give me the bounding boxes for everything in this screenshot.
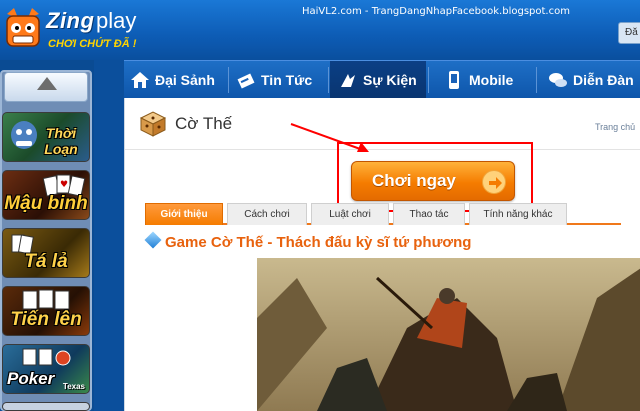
diamond-icon	[144, 231, 162, 249]
nav-item-tin-tuc[interactable]: Tin Tức	[236, 61, 326, 99]
nav-divider	[328, 67, 329, 93]
game-tile-poker[interactable]: Poker Texas	[2, 344, 90, 394]
nav-divider	[536, 67, 537, 93]
game-label: Tiến lên	[10, 309, 82, 330]
game-tile-tien-len[interactable]: Tiến lên	[2, 286, 90, 336]
nav-divider	[428, 67, 429, 93]
nav-label: Mobile	[469, 72, 514, 88]
breadcrumb[interactable]: Trang chủ	[595, 122, 635, 132]
game-tile-ta-la[interactable]: Tá lả	[2, 228, 90, 278]
logo-tagline: CHƠI CHỨT ĐÃ !	[48, 38, 137, 50]
game-heading: Game Cờ Thế - Thách đấu kỳ sĩ tứ phương	[144, 231, 472, 251]
site-header: Zing play CHƠI CHỨT ĐÃ ! HaiVL2.com - Tr…	[0, 0, 640, 60]
game-label: Tá lả	[24, 251, 68, 272]
tab-cach-choi[interactable]: Cách chơi	[227, 203, 307, 225]
game-tile-mau-binh[interactable]: ♥ Mậu binh	[2, 170, 90, 220]
game-tile-thoi-loan[interactable]: Thời Loạn	[2, 112, 90, 162]
game-label: Thời Loạn	[44, 125, 78, 157]
news-icon	[237, 73, 255, 89]
nav-divider	[228, 67, 229, 93]
event-icon	[341, 74, 355, 87]
home-icon	[131, 72, 149, 88]
game-sublabel: Texas	[62, 382, 85, 391]
scroll-up-button[interactable]	[4, 72, 88, 102]
tab-luat-choi[interactable]: Luật chơi	[311, 203, 389, 225]
logo-suffix[interactable]: play	[96, 8, 136, 34]
play-now-button[interactable]: Chơi ngay	[351, 161, 515, 201]
zing-fox-logo-icon[interactable]	[4, 6, 42, 50]
tab-thao-tac[interactable]: Thao tác	[393, 203, 465, 225]
game-sidebar: Thời Loạn ♥ Mậu binh Tá lả Tiến lên Poke…	[0, 60, 94, 411]
dice-icon	[139, 111, 167, 137]
nav-label: Đại Sảnh	[155, 72, 215, 88]
tab-gioi-thieu[interactable]: Giới thiệu	[145, 203, 223, 225]
tien-len-game-icon	[22, 289, 70, 310]
game-label: Mậu binh	[4, 193, 88, 214]
nav-item-dai-sanh[interactable]: Đại Sảnh	[130, 61, 228, 99]
content-panel: Cờ Thế Trang chủ Chơi ngay Giới thiệu Cá…	[124, 98, 640, 411]
game-tile-more[interactable]	[2, 402, 90, 411]
play-now-label: Chơi ngay	[372, 171, 456, 190]
arrow-right-icon	[482, 170, 506, 194]
forum-icon	[549, 73, 567, 87]
nav-label: Tin Tức	[261, 72, 313, 88]
nav-item-dien-dan[interactable]: Diễn Đàn	[548, 61, 640, 99]
logo-brand[interactable]: Zing	[46, 8, 94, 34]
nav-item-su-kien[interactable]: Sự Kiện	[330, 61, 426, 99]
svg-text:♥: ♥	[60, 180, 68, 190]
nav-label: Diễn Đàn	[573, 72, 634, 88]
info-tabs: Giới thiệu Cách chơi Luật chơi Thao tác …	[145, 203, 621, 225]
nav-item-mobile[interactable]: Mobile	[444, 61, 534, 99]
login-button[interactable]: Đă	[618, 22, 640, 44]
poker-game-icon	[22, 348, 71, 366]
game-artwork-image	[257, 258, 640, 411]
tab-tinh-nang-khac[interactable]: Tính năng khác	[469, 203, 567, 225]
nav-label: Sự Kiện	[363, 72, 417, 88]
heading-text: Game Cờ Thế - Thách đấu kỳ sĩ tứ phương	[165, 234, 472, 251]
mobile-icon	[449, 71, 459, 89]
watermark-text: HaiVL2.com - TrangDangNhapFacebook.blogs…	[302, 6, 570, 17]
page-title: Cờ Thế	[175, 114, 233, 133]
main-nav: Đại Sảnh Tin Tức Sự Kiện Mobile Diễn Đàn	[124, 60, 640, 99]
chevron-up-icon	[37, 77, 57, 90]
